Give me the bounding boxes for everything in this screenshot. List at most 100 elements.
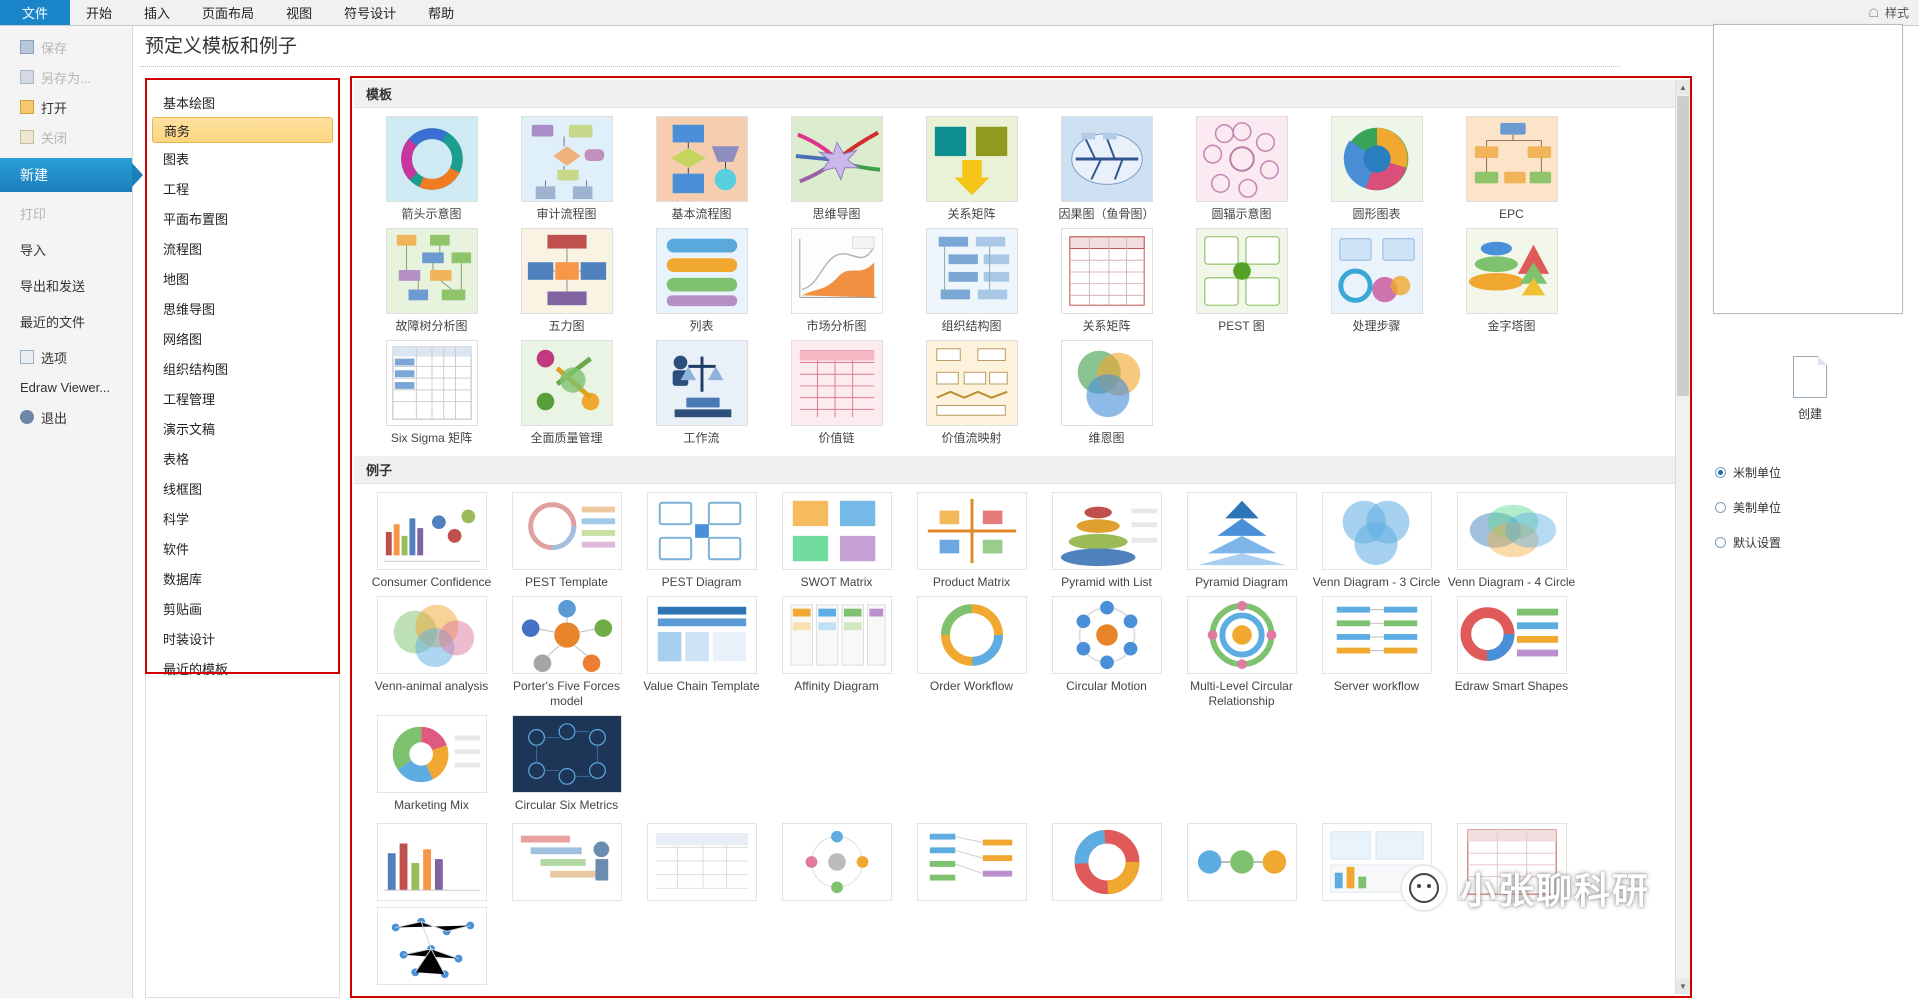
category-item-16[interactable]: 数据库 [146,563,339,593]
category-item-9[interactable]: 组织结构图 [146,353,339,383]
home-icon[interactable]: ☖ [1868,6,1879,20]
category-item-0[interactable]: 基本绘图 [146,87,339,117]
example-item-pest-template[interactable]: PEST Template [500,492,633,590]
backstage-item-new[interactable]: 新建 [0,158,143,192]
tab-page-layout[interactable]: 页面布局 [186,0,270,25]
gallery-scrollbar[interactable]: ▲ ▼ [1675,80,1690,994]
scroll-down-arrow[interactable]: ▼ [1676,979,1690,994]
template-item-circular-arrows[interactable]: 箭头示意图 [365,116,498,222]
template-item-fishbone[interactable]: 因果图（鱼骨图） [1040,116,1173,222]
template-item-process-steps[interactable]: 处理步骤 [1310,228,1443,334]
example-item-server-workflow[interactable]: Server workflow [1310,596,1443,709]
category-item-6[interactable]: 地图 [146,263,339,293]
example-item-porters-five-forces[interactable]: Porter's Five Forces model [500,596,633,709]
category-item-15[interactable]: 软件 [146,533,339,563]
category-item-4[interactable]: 平面布置图 [146,203,339,233]
example-item-red-table-example[interactable] [1445,823,1578,901]
example-item-edraw-smart-shapes[interactable]: Edraw Smart Shapes [1445,596,1578,709]
example-item-pest-diagram[interactable]: PEST Diagram [635,492,768,590]
radio-icon[interactable] [1715,502,1726,513]
template-item-circular-chart[interactable]: 圆形图表 [1310,116,1443,222]
backstage-item-exit[interactable]: 退出 [0,402,132,432]
template-item-pest-boxes[interactable]: PEST 图 [1175,228,1308,334]
example-item-venn-animal[interactable]: Venn-animal analysis [365,596,498,709]
example-item-pyramid-diagram[interactable]: Pyramid Diagram [1175,492,1308,590]
category-item-1[interactable]: 商务 [152,117,333,143]
template-item-audit-flowchart[interactable]: 审计流程图 [500,116,633,222]
template-item-mind-map[interactable]: 思维导图 [770,116,903,222]
backstage-item-open[interactable]: 打开 [0,92,132,122]
example-item-pyramid-with-list[interactable]: Pyramid with List [1040,492,1173,590]
category-item-19[interactable]: 最近的模板 [146,653,339,683]
example-item-multi-level-circular[interactable]: Multi-Level Circular Relationship [1175,596,1308,709]
template-item-six-sigma-matrix[interactable]: Six Sigma 矩阵 [365,340,498,446]
example-item-donut-segments-example[interactable] [1040,823,1173,901]
example-item-dashboard-example[interactable] [1310,823,1443,901]
category-item-7[interactable]: 思维导图 [146,293,339,323]
backstage-item-import[interactable]: 导入 [0,234,132,264]
template-item-relation-matrix[interactable]: 关系矩阵 [905,116,1038,222]
backstage-item-edraw-viewer[interactable]: Edraw Viewer... [0,372,132,402]
tab-file[interactable]: 文件 [0,0,71,25]
backstage-item-export-send[interactable]: 导出和发送 [0,270,132,300]
example-item-network-dots-example[interactable] [365,907,498,985]
example-item-gantt-people-example[interactable] [500,823,633,901]
example-item-order-workflow[interactable]: Order Workflow [905,596,1038,709]
example-item-consumer-confidence[interactable]: Consumer Confidence [365,492,498,590]
example-item-value-chain-template[interactable]: Value Chain Template [635,596,768,709]
category-item-3[interactable]: 工程 [146,173,339,203]
backstage-item-close[interactable]: 关闭 [0,122,132,152]
category-item-13[interactable]: 线框图 [146,473,339,503]
unit-option-metric[interactable]: 米制单位 [1715,464,1781,481]
template-item-tqm[interactable]: 全面质量管理 [500,340,633,446]
backstage-item-print[interactable]: 打印 [0,198,132,228]
tab-help[interactable]: 帮助 [412,0,470,25]
template-item-value-chain[interactable]: 价值链 [770,340,903,446]
template-item-venn[interactable]: 维恩图 [1040,340,1173,446]
template-item-relation-grid[interactable]: 关系矩阵 [1040,228,1173,334]
backstage-item-save[interactable]: 保存 [0,32,132,62]
backstage-item-save-as[interactable]: 另存为... [0,62,132,92]
example-item-swot-matrix[interactable]: SWOT Matrix [770,492,903,590]
example-item-bar-chart-example[interactable] [365,823,498,901]
category-item-11[interactable]: 演示文稿 [146,413,339,443]
scrollbar-thumb[interactable] [1677,96,1689,396]
unit-option-default[interactable]: 默认设置 [1715,534,1781,551]
example-item-process-chain-example[interactable] [1175,823,1308,901]
category-item-14[interactable]: 科学 [146,503,339,533]
unit-option-us[interactable]: 美制单位 [1715,499,1781,516]
style-label[interactable]: 样式 [1885,4,1909,21]
tab-insert[interactable]: 插入 [128,0,186,25]
template-item-fault-tree[interactable]: 故障树分析图 [365,228,498,334]
backstage-item-options[interactable]: 选项 [0,342,132,372]
tab-view[interactable]: 视图 [270,0,328,25]
create-button-label[interactable]: 创建 [1798,405,1822,422]
template-item-list-blocks[interactable]: 列表 [635,228,768,334]
template-item-five-forces[interactable]: 五力图 [500,228,633,334]
category-item-8[interactable]: 网络图 [146,323,339,353]
template-item-epc-diagram[interactable]: EPC [1445,116,1578,222]
tab-symbol-design[interactable]: 符号设计 [328,0,412,25]
example-item-product-matrix[interactable]: Product Matrix [905,492,1038,590]
category-item-12[interactable]: 表格 [146,443,339,473]
example-item-affinity-diagram[interactable]: Affinity Diagram [770,596,903,709]
example-item-tree-lines-example[interactable] [905,823,1038,901]
template-item-org-chart[interactable]: 组织结构图 [905,228,1038,334]
template-item-value-stream-map[interactable]: 价值流映射 [905,340,1038,446]
example-item-venn-3[interactable]: Venn Diagram - 3 Circle [1310,492,1443,590]
radio-icon[interactable] [1715,467,1726,478]
scroll-up-arrow[interactable]: ▲ [1676,80,1690,95]
category-item-18[interactable]: 时装设计 [146,623,339,653]
template-item-basic-flowchart[interactable]: 基本流程图 [635,116,768,222]
create-group[interactable]: 创建 [1745,356,1875,422]
category-item-5[interactable]: 流程图 [146,233,339,263]
category-item-17[interactable]: 剪贴画 [146,593,339,623]
template-item-market-analysis[interactable]: 市场分析图 [770,228,903,334]
example-item-circle-dots-example[interactable] [770,823,903,901]
example-item-marketing-mix[interactable]: Marketing Mix [365,715,498,813]
template-item-pyramid[interactable]: 金字塔图 [1445,228,1578,334]
template-item-radial-circle[interactable]: 圆辐示意图 [1175,116,1308,222]
radio-icon[interactable] [1715,537,1726,548]
category-item-2[interactable]: 图表 [146,143,339,173]
example-item-circular-motion[interactable]: Circular Motion [1040,596,1173,709]
